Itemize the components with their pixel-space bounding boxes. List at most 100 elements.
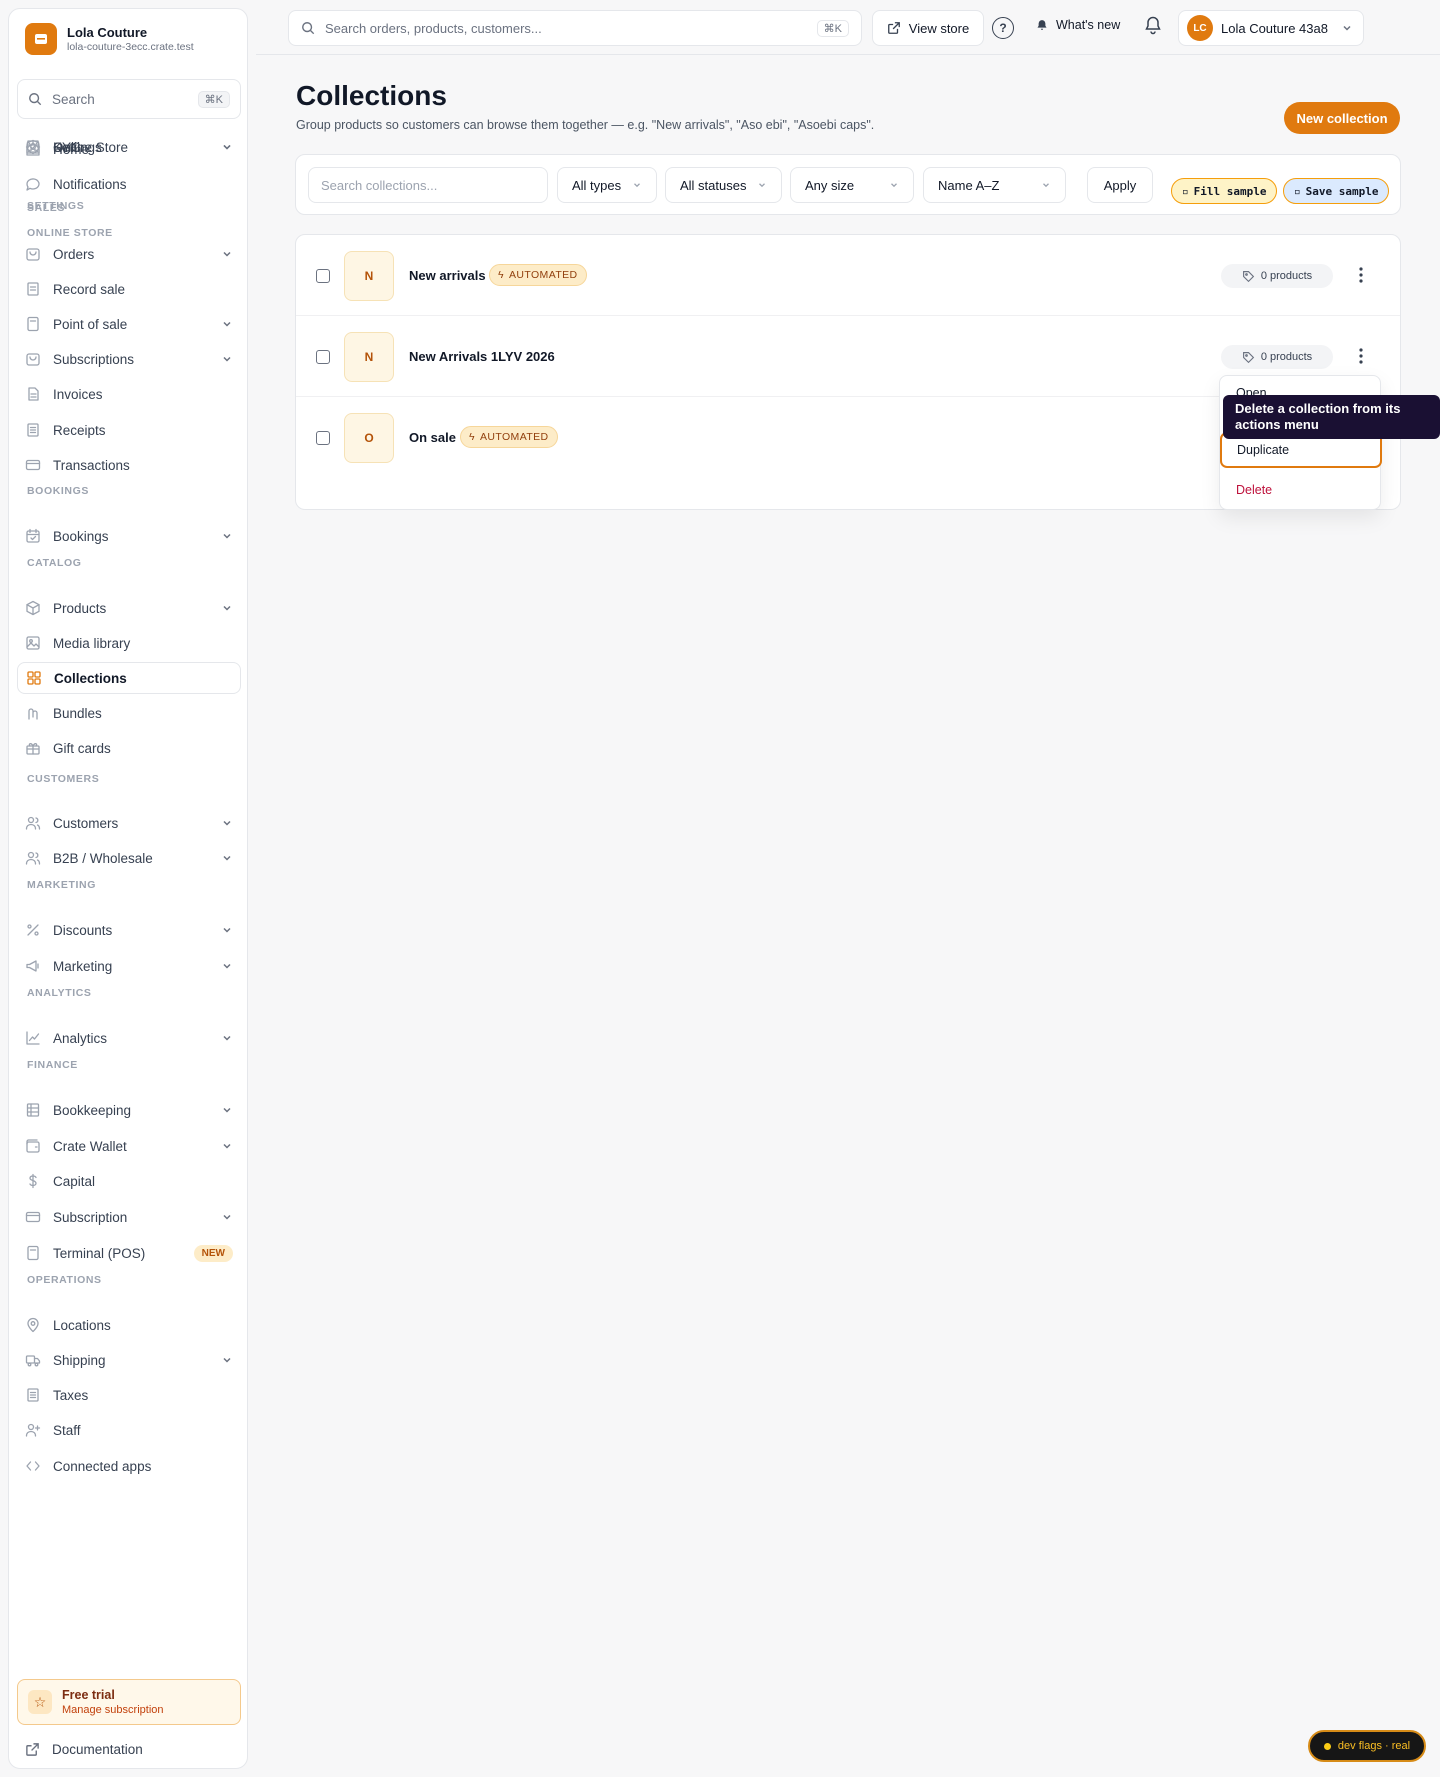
whats-new-button[interactable]: What's new	[1036, 18, 1120, 32]
sidebar-item-orders[interactable]: Orders	[17, 238, 241, 270]
tag-icon	[1242, 351, 1254, 363]
sidebar-item-label: Connected apps	[53, 1458, 152, 1474]
free-trial-card[interactable]: ☆ Free trial Manage subscription	[17, 1679, 241, 1725]
fill-sample-button[interactable]: ▫ Fill sample	[1171, 178, 1278, 204]
type-filter-select[interactable]: All types	[557, 167, 657, 203]
bundle-icon	[25, 705, 41, 721]
sidebar-item-marketing[interactable]: Marketing	[17, 950, 241, 982]
chevron-down-icon	[221, 924, 233, 936]
store-name: Lola Couture	[67, 24, 148, 40]
status-dot-icon	[1323, 1742, 1331, 1750]
sidebar-item-capital[interactable]: Capital	[17, 1165, 241, 1197]
sidebar-item-staff[interactable]: Staff	[17, 1414, 241, 1446]
dollar-icon	[25, 1173, 41, 1189]
documentation-link[interactable]: Documentation	[25, 1742, 143, 1757]
menu-delete[interactable]: Delete	[1236, 483, 1272, 497]
row-checkbox[interactable]	[316, 350, 330, 364]
box-icon	[25, 351, 41, 367]
sidebar-item-settings[interactable]: Settings	[17, 131, 241, 163]
sidebar-item-shipping[interactable]: Shipping	[17, 1344, 241, 1376]
more-actions-icon[interactable]	[1351, 265, 1371, 285]
sidebar-item-subscriptions[interactable]: Subscriptions	[17, 343, 241, 375]
sidebar-item-notifications[interactable]: Notifications	[17, 168, 241, 200]
collection-name[interactable]: On sale	[409, 430, 456, 445]
sidebar-item-subscription[interactable]: Subscription	[17, 1201, 241, 1233]
account-switcher[interactable]: LC Lola Couture 43a8	[1178, 10, 1364, 46]
chevron-down-icon	[221, 1140, 233, 1152]
sidebar-item-taxes[interactable]: Taxes	[17, 1379, 241, 1411]
sidebar-item-b2b-wholesale[interactable]: B2B / Wholesale	[17, 842, 241, 874]
pin-icon	[25, 1317, 41, 1333]
bell-filled-icon	[1037, 20, 1047, 30]
sidebar-item-discounts[interactable]: Discounts	[17, 914, 241, 946]
image-icon	[25, 635, 41, 651]
gift-icon	[25, 740, 41, 756]
sidebar-item-transactions[interactable]: Transactions	[17, 449, 241, 481]
brand-header[interactable]: Lola Couture lola-couture-3ecc.crate.tes…	[25, 23, 194, 55]
sidebar-search[interactable]: Search ⌘K	[17, 79, 241, 119]
sidebar-item-label: Products	[53, 600, 107, 616]
nav-section-catalog: CATALOG	[27, 557, 82, 569]
whats-new-label: What's new	[1056, 18, 1121, 32]
sidebar-item-collections[interactable]: Collections	[17, 662, 241, 694]
new-collection-button[interactable]: New collection	[1284, 102, 1400, 134]
sidebar-item-invoices[interactable]: Invoices	[17, 378, 241, 410]
ledger-icon	[25, 1102, 41, 1118]
sidebar-item-analytics[interactable]: Analytics	[17, 1022, 241, 1054]
status-filter-select[interactable]: All statuses	[665, 167, 782, 203]
document-lines-icon	[25, 422, 41, 438]
sidebar-item-label: Bookkeeping	[53, 1102, 132, 1118]
chat-bubble-icon	[25, 176, 41, 192]
sidebar-item-customers[interactable]: Customers	[17, 807, 241, 839]
square-icon: ▫	[1182, 184, 1189, 198]
row-checkbox[interactable]	[316, 431, 330, 445]
row-checkbox[interactable]	[316, 269, 330, 283]
sidebar-item-products[interactable]: Products	[17, 592, 241, 624]
global-search-placeholder: Search orders, products, customers...	[325, 20, 542, 36]
save-sample-label: Save sample	[1305, 184, 1379, 198]
global-search-input[interactable]: Search orders, products, customers... ⌘K	[288, 10, 862, 46]
more-actions-icon[interactable]	[1351, 346, 1371, 366]
pos-terminal-icon	[25, 316, 41, 332]
save-sample-button[interactable]: ▫ Save sample	[1283, 178, 1390, 204]
sidebar-item-label: Crate Wallet	[53, 1138, 127, 1154]
sidebar: Lola Couture lola-couture-3ecc.crate.tes…	[8, 8, 248, 1769]
sidebar-item-record-sale[interactable]: Record sale	[17, 273, 241, 305]
dev-flags-pill[interactable]: dev flags · real	[1308, 1730, 1426, 1762]
sort-select[interactable]: Name A–Z	[923, 167, 1066, 203]
nav-section-customers: CUSTOMERS	[27, 773, 100, 785]
manage-subscription-link[interactable]: Manage subscription	[62, 1703, 164, 1717]
sidebar-item-terminal-pos[interactable]: Terminal (POS) NEW	[17, 1237, 241, 1269]
collection-search-input[interactable]: Search collections...	[308, 167, 548, 203]
external-link-icon	[26, 1743, 39, 1756]
product-count: 0 products	[1260, 351, 1313, 363]
sidebar-item-label: Taxes	[53, 1387, 89, 1403]
chevron-down-icon	[634, 183, 640, 188]
sidebar-item-label: B2B / Wholesale	[53, 850, 153, 866]
lightning-icon: ϟ	[469, 431, 475, 443]
sidebar-item-media-library[interactable]: Media library	[17, 627, 241, 659]
view-store-button[interactable]: View store	[872, 10, 984, 46]
sidebar-item-label: Subscription	[53, 1209, 128, 1225]
sidebar-item-gift-cards[interactable]: Gift cards	[17, 732, 241, 764]
sidebar-item-point-of-sale[interactable]: Point of sale	[17, 308, 241, 340]
view-store-label: View store	[908, 20, 970, 36]
notifications-bell-icon[interactable]	[1143, 15, 1167, 39]
chevron-down-icon	[221, 602, 233, 614]
collection-name[interactable]: New arrivals	[409, 268, 486, 283]
table-row[interactable]: N New arrivals ϟ AUTOMATED 0 products	[296, 235, 1400, 316]
sidebar-item-connected-apps[interactable]: Connected apps	[17, 1450, 241, 1482]
sidebar-item-crate-wallet[interactable]: Crate Wallet	[17, 1130, 241, 1162]
sidebar-item-bundles[interactable]: Bundles	[17, 697, 241, 729]
pos-terminal-icon	[25, 1245, 41, 1261]
collection-name[interactable]: New Arrivals 1LYV 2026	[409, 349, 555, 364]
sidebar-item-label: Locations	[53, 1317, 111, 1333]
size-filter-select[interactable]: Any size	[790, 167, 914, 203]
apply-filters-button[interactable]: Apply	[1087, 167, 1153, 203]
sidebar-item-receipts[interactable]: Receipts	[17, 414, 241, 446]
sidebar-item-bookkeeping[interactable]: Bookkeeping	[17, 1094, 241, 1126]
sidebar-item-locations[interactable]: Locations	[17, 1309, 241, 1341]
sidebar-item-label: Analytics	[53, 1030, 108, 1046]
help-icon[interactable]: ?	[992, 17, 1014, 39]
sidebar-item-bookings[interactable]: Bookings	[17, 520, 241, 552]
